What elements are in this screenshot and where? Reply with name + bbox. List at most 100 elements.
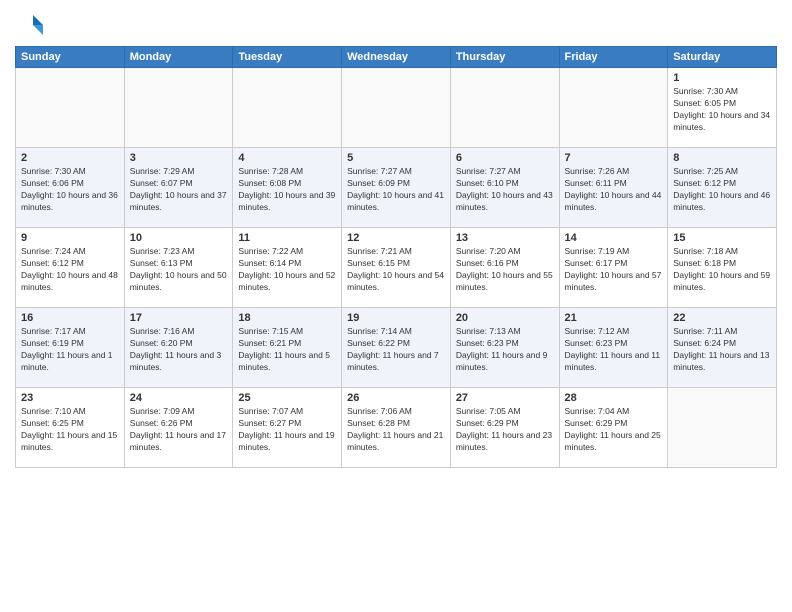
calendar-cell: 26 Sunrise: 7:06 AM Sunset: 6:28 PM Dayli… (342, 388, 451, 468)
day-number: 20 (456, 312, 554, 324)
weekday-header-wednesday: Wednesday (342, 47, 451, 68)
day-number: 28 (565, 392, 663, 404)
day-info: Sunrise: 7:22 AM Sunset: 6:14 PM Dayligh… (238, 246, 336, 294)
calendar-cell (16, 68, 125, 148)
day-info: Sunrise: 7:17 AM Sunset: 6:19 PM Dayligh… (21, 326, 119, 374)
day-number: 8 (673, 152, 771, 164)
day-number: 23 (21, 392, 119, 404)
day-number: 22 (673, 312, 771, 324)
calendar-cell: 23 Sunrise: 7:10 AM Sunset: 6:25 PM Dayli… (16, 388, 125, 468)
day-number: 9 (21, 232, 119, 244)
calendar-cell: 6Sunrise: 7:27 AM Sunset: 6:10 PM Daylig… (450, 148, 559, 228)
calendar-cell: 3 Sunrise: 7:29 AM Sunset: 6:07 PM Daylig… (124, 148, 233, 228)
day-number: 4 (238, 152, 336, 164)
calendar-cell (342, 68, 451, 148)
calendar-cell: 5 Sunrise: 7:27 AM Sunset: 6:09 PM Daylig… (342, 148, 451, 228)
day-info: Sunrise: 7:07 AM Sunset: 6:27 PM Dayligh… (238, 406, 336, 454)
day-number: 25 (238, 392, 336, 404)
day-info: Sunrise: 7:24 AM Sunset: 6:12 PM Dayligh… (21, 246, 119, 294)
calendar-cell (233, 68, 342, 148)
calendar-cell: 11 Sunrise: 7:22 AM Sunset: 6:14 PM Dayli… (233, 228, 342, 308)
calendar-cell: 21 Sunrise: 7:12 AM Sunset: 6:23 PM Dayli… (559, 308, 668, 388)
day-number: 5 (347, 152, 445, 164)
day-info: Sunrise: 7:19 AM Sunset: 6:17 PM Dayligh… (565, 246, 663, 294)
calendar-cell: 22 Sunrise: 7:11 AM Sunset: 6:24 PM Dayli… (668, 308, 777, 388)
day-info: Sunrise: 7:04 AM Sunset: 6:29 PM Dayligh… (565, 406, 663, 454)
day-info: Sunrise: 7:12 AM Sunset: 6:23 PM Dayligh… (565, 326, 663, 374)
day-number: 27 (456, 392, 554, 404)
calendar-cell: 13 Sunrise: 7:20 AM Sunset: 6:16 PM Dayli… (450, 228, 559, 308)
day-number: 15 (673, 232, 771, 244)
day-info: Sunrise: 7:16 AM Sunset: 6:20 PM Dayligh… (130, 326, 228, 374)
day-info: Sunrise: 7:18 AM Sunset: 6:18 PM Dayligh… (673, 246, 771, 294)
day-number: 19 (347, 312, 445, 324)
day-info: Sunrise: 7:30 AM Sunset: 6:06 PM Dayligh… (21, 166, 119, 214)
day-number: 13 (456, 232, 554, 244)
day-number: 10 (130, 232, 228, 244)
calendar-cell: 14 Sunrise: 7:19 AM Sunset: 6:17 PM Dayli… (559, 228, 668, 308)
calendar-cell (124, 68, 233, 148)
calendar-cell: 24Sunrise: 7:09 AM Sunset: 6:26 PM Dayli… (124, 388, 233, 468)
day-info: Sunrise: 7:06 AM Sunset: 6:28 PM Dayligh… (347, 406, 445, 454)
day-info: Sunrise: 7:09 AM Sunset: 6:26 PM Dayligh… (130, 406, 228, 454)
calendar-cell (668, 388, 777, 468)
weekday-header-row: SundayMondayTuesdayWednesdayThursdayFrid… (16, 47, 777, 68)
day-info: Sunrise: 7:29 AM Sunset: 6:07 PM Dayligh… (130, 166, 228, 214)
day-number: 11 (238, 232, 336, 244)
calendar-cell: 1 Sunrise: 7:30 AM Sunset: 6:05 PM Daylig… (668, 68, 777, 148)
day-info: Sunrise: 7:21 AM Sunset: 6:15 PM Dayligh… (347, 246, 445, 294)
weekday-header-friday: Friday (559, 47, 668, 68)
calendar-cell: 12 Sunrise: 7:21 AM Sunset: 6:15 PM Dayli… (342, 228, 451, 308)
calendar-cell: 17 Sunrise: 7:16 AM Sunset: 6:20 PM Dayli… (124, 308, 233, 388)
day-info: Sunrise: 7:14 AM Sunset: 6:22 PM Dayligh… (347, 326, 445, 374)
day-number: 26 (347, 392, 445, 404)
calendar-cell: 8 Sunrise: 7:25 AM Sunset: 6:12 PM Daylig… (668, 148, 777, 228)
logo (15, 10, 49, 40)
day-number: 3 (130, 152, 228, 164)
calendar-cell: 25 Sunrise: 7:07 AM Sunset: 6:27 PM Dayli… (233, 388, 342, 468)
weekday-header-monday: Monday (124, 47, 233, 68)
calendar-cell (450, 68, 559, 148)
calendar-cell: 2 Sunrise: 7:30 AM Sunset: 6:06 PM Daylig… (16, 148, 125, 228)
week-row-5: 23 Sunrise: 7:10 AM Sunset: 6:25 PM Dayli… (16, 388, 777, 468)
day-info: Sunrise: 7:11 AM Sunset: 6:24 PM Dayligh… (673, 326, 771, 374)
day-number: 21 (565, 312, 663, 324)
logo-icon (15, 10, 45, 40)
day-number: 6 (456, 152, 554, 164)
day-number: 7 (565, 152, 663, 164)
day-info: Sunrise: 7:28 AM Sunset: 6:08 PM Dayligh… (238, 166, 336, 214)
day-number: 1 (673, 72, 771, 84)
day-info: Sunrise: 7:26 AM Sunset: 6:11 PM Dayligh… (565, 166, 663, 214)
calendar: SundayMondayTuesdayWednesdayThursdayFrid… (15, 46, 777, 468)
day-info: Sunrise: 7:25 AM Sunset: 6:12 PM Dayligh… (673, 166, 771, 214)
day-info: Sunrise: 7:27 AM Sunset: 6:09 PM Dayligh… (347, 166, 445, 214)
calendar-cell: 7 Sunrise: 7:26 AM Sunset: 6:11 PM Daylig… (559, 148, 668, 228)
day-info: Sunrise: 7:15 AM Sunset: 6:21 PM Dayligh… (238, 326, 336, 374)
day-number: 17 (130, 312, 228, 324)
day-info: Sunrise: 7:20 AM Sunset: 6:16 PM Dayligh… (456, 246, 554, 294)
day-number: 2 (21, 152, 119, 164)
calendar-cell: 28 Sunrise: 7:04 AM Sunset: 6:29 PM Dayli… (559, 388, 668, 468)
calendar-cell: 19 Sunrise: 7:14 AM Sunset: 6:22 PM Dayli… (342, 308, 451, 388)
week-row-2: 2 Sunrise: 7:30 AM Sunset: 6:06 PM Daylig… (16, 148, 777, 228)
week-row-1: 1 Sunrise: 7:30 AM Sunset: 6:05 PM Daylig… (16, 68, 777, 148)
calendar-cell: 15 Sunrise: 7:18 AM Sunset: 6:18 PM Dayli… (668, 228, 777, 308)
calendar-cell: 27Sunrise: 7:05 AM Sunset: 6:29 PM Dayli… (450, 388, 559, 468)
day-info: Sunrise: 7:23 AM Sunset: 6:13 PM Dayligh… (130, 246, 228, 294)
day-info: Sunrise: 7:30 AM Sunset: 6:05 PM Dayligh… (673, 86, 771, 134)
week-row-3: 9 Sunrise: 7:24 AM Sunset: 6:12 PM Daylig… (16, 228, 777, 308)
day-number: 14 (565, 232, 663, 244)
calendar-cell: 16Sunrise: 7:17 AM Sunset: 6:19 PM Dayli… (16, 308, 125, 388)
day-number: 12 (347, 232, 445, 244)
calendar-cell: 18 Sunrise: 7:15 AM Sunset: 6:21 PM Dayli… (233, 308, 342, 388)
day-info: Sunrise: 7:10 AM Sunset: 6:25 PM Dayligh… (21, 406, 119, 454)
calendar-cell (559, 68, 668, 148)
weekday-header-thursday: Thursday (450, 47, 559, 68)
page: SundayMondayTuesdayWednesdayThursdayFrid… (0, 0, 792, 612)
weekday-header-saturday: Saturday (668, 47, 777, 68)
calendar-cell: 9 Sunrise: 7:24 AM Sunset: 6:12 PM Daylig… (16, 228, 125, 308)
day-number: 18 (238, 312, 336, 324)
week-row-4: 16Sunrise: 7:17 AM Sunset: 6:19 PM Dayli… (16, 308, 777, 388)
calendar-cell: 4 Sunrise: 7:28 AM Sunset: 6:08 PM Daylig… (233, 148, 342, 228)
day-info: Sunrise: 7:13 AM Sunset: 6:23 PM Dayligh… (456, 326, 554, 374)
